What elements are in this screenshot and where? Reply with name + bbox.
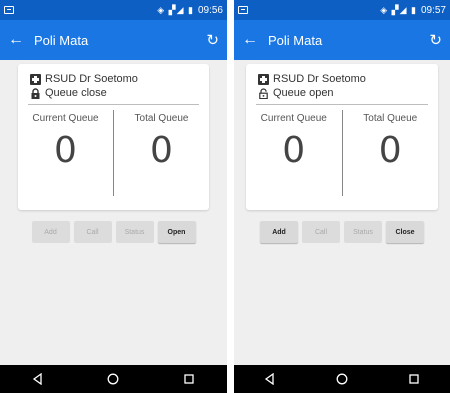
nav-back-icon[interactable] xyxy=(32,373,44,385)
app-title: Poli Mata xyxy=(34,32,89,48)
queue-status: Queue close xyxy=(45,87,107,99)
total-queue-column: Total Queue 0 xyxy=(343,106,439,196)
app-bar: ← Poli Mata ↻ xyxy=(234,20,450,60)
current-queue-column: Current Queue 0 xyxy=(246,106,342,196)
app-title: Poli Mata xyxy=(268,32,323,48)
total-queue-label: Total Queue xyxy=(363,113,418,124)
divider xyxy=(28,104,199,105)
back-arrow-icon[interactable]: ← xyxy=(8,31,26,49)
current-queue-value: 0 xyxy=(282,130,306,171)
status-bar: ◈ ▞◢ ▮ 09:56 xyxy=(0,0,227,20)
separator xyxy=(227,0,234,393)
add-button[interactable]: Add xyxy=(31,221,70,243)
signal-icons: ◈ ▞◢ ▮ xyxy=(157,4,194,15)
lock-open-icon xyxy=(259,87,268,99)
queue-status-row: Queue open xyxy=(258,86,438,100)
nav-home-icon[interactable] xyxy=(107,373,119,385)
status-time: 09:56 xyxy=(197,4,223,16)
call-button[interactable]: Call xyxy=(73,221,112,243)
nav-home-icon[interactable] xyxy=(336,373,348,385)
queue-counts: Current Queue 0 Total Queue 0 xyxy=(246,106,438,196)
action-buttons: Add Call Status Open xyxy=(0,221,227,243)
screenshot-pair: ◈ ▞◢ ▮ 09:56 ← Poli Mata ↻ RSUD Dr Soeto… xyxy=(0,0,450,393)
refresh-icon[interactable]: ↻ xyxy=(206,31,219,49)
hospital-name: RSUD Dr Soetomo xyxy=(45,73,138,85)
open-button[interactable]: Open xyxy=(157,221,196,243)
app-bar: ← Poli Mata ↻ xyxy=(0,20,227,60)
notification-icon xyxy=(238,6,248,14)
total-queue-label: Total Queue xyxy=(134,113,189,124)
status-button[interactable]: Status xyxy=(115,221,154,243)
status-time: 09:57 xyxy=(420,4,446,16)
nav-recents-icon[interactable] xyxy=(408,373,420,385)
total-queue-column: Total Queue 0 xyxy=(114,106,209,196)
hospital-plus-icon xyxy=(258,73,269,85)
notification-icon xyxy=(4,6,14,14)
divider xyxy=(256,104,428,105)
queue-status-row: Queue close xyxy=(30,86,209,100)
total-queue-value: 0 xyxy=(378,130,402,171)
lock-closed-icon xyxy=(31,87,40,99)
nav-bar xyxy=(234,365,450,393)
queue-card: RSUD Dr Soetomo Queue open Current Queue… xyxy=(246,64,438,210)
status-button[interactable]: Status xyxy=(344,221,382,243)
phone-screen-closed: ◈ ▞◢ ▮ 09:56 ← Poli Mata ↻ RSUD Dr Soeto… xyxy=(0,0,227,393)
hospital-name: RSUD Dr Soetomo xyxy=(273,73,366,85)
nav-bar xyxy=(0,365,227,393)
current-queue-column: Current Queue 0 xyxy=(18,106,113,196)
action-buttons: Add Call Status Close xyxy=(234,221,450,243)
current-queue-label: Current Queue xyxy=(260,113,327,124)
hospital-row: RSUD Dr Soetomo xyxy=(30,72,209,86)
queue-counts: Current Queue 0 Total Queue 0 xyxy=(18,106,209,196)
signal-icons: ◈ ▞◢ ▮ xyxy=(380,4,417,15)
call-button[interactable]: Call xyxy=(302,221,340,243)
current-queue-value: 0 xyxy=(54,130,77,171)
current-queue-label: Current Queue xyxy=(32,113,99,124)
queue-status: Queue open xyxy=(273,87,334,99)
close-button[interactable]: Close xyxy=(386,221,424,243)
back-arrow-icon[interactable]: ← xyxy=(242,31,260,49)
nav-back-icon[interactable] xyxy=(264,373,276,385)
queue-card: RSUD Dr Soetomo Queue close Current Queu… xyxy=(18,64,209,210)
total-queue-value: 0 xyxy=(150,130,173,171)
phone-screen-open: ◈ ▞◢ ▮ 09:57 ← Poli Mata ↻ RSUD Dr Soeto… xyxy=(234,0,450,393)
status-bar: ◈ ▞◢ ▮ 09:57 xyxy=(234,0,450,20)
refresh-icon[interactable]: ↻ xyxy=(429,31,442,49)
hospital-plus-icon xyxy=(30,73,41,85)
add-button[interactable]: Add xyxy=(260,221,298,243)
hospital-row: RSUD Dr Soetomo xyxy=(258,72,438,86)
nav-recents-icon[interactable] xyxy=(183,373,195,385)
